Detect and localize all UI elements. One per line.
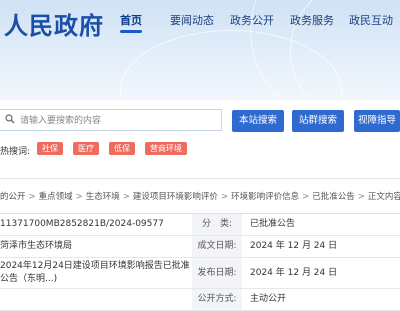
site-header: 人民政府 首页 要闻动态 政务公开 政务服务 政民互动 [0,0,400,100]
breadcrumb-current: 正文内容 [367,192,400,202]
hot-tag-medical[interactable]: 医疗 [73,142,99,155]
breadcrumb-separator: > [302,192,310,202]
nav-news-label: 要闻动态 [170,14,214,27]
info-row: 菏泽市生态环境局 成文日期: 2024 年 12 月 24 日 [0,236,400,258]
site-logo[interactable]: 人民政府 [4,6,104,41]
breadcrumb-separator: > [220,192,229,202]
nav-home-label: 首页 [120,14,142,27]
publish-date-value: 2024 年 12 月 24 日 [250,268,338,278]
search-icon [5,114,15,124]
hot-search-label: 热搜词: [0,147,31,157]
publisher: 菏泽市生态环境局 [0,241,73,251]
breadcrumb-item[interactable]: 环境影响评价信息 [231,192,299,202]
search-input[interactable] [18,112,217,130]
nav-interaction-label: 政民互动 [349,14,393,27]
written-date-value: 2024 年 12 月 24 日 [250,241,338,251]
search-box [0,109,222,131]
breadcrumb-separator: > [28,192,36,202]
breadcrumb-item[interactable]: 生态环境 [86,192,120,202]
site-search-button[interactable]: 本站搜索 [232,110,284,132]
info-label: 分 类: [192,214,242,235]
info-row: 公开方式: 主动公开 [0,289,400,311]
nav-gov-service-label: 政务服务 [290,14,334,27]
nav-interaction[interactable]: 政民互动 [349,12,393,28]
nav-news[interactable]: 要闻动态 [170,12,214,28]
group-search-button[interactable]: 站群搜索 [292,110,344,132]
nav-gov-service[interactable]: 政务服务 [290,12,334,28]
index-number: 11371700MB2852821B/2024-09577 [0,219,164,229]
nav-gov-affairs-open-label: 政务公开 [230,14,274,27]
breadcrumb-separator: > [75,192,83,202]
breadcrumb: 的公开 > 重点领域 > 生态环境 > 建设项目环境影响评价 > 环境影响评价信息 > 已批准公告 >… [0,190,400,202]
breadcrumb-item[interactable]: 重点领域 [39,192,73,202]
info-row: 2024年12月24日建设项目环境影响报告已批准公告（东明...) 发布日期: … [0,258,400,289]
breadcrumb-item[interactable]: 已批准公告 [312,192,355,202]
hot-tag-business-env[interactable]: 营商环境 [145,142,187,155]
breadcrumb-separator: > [357,192,365,202]
info-label: 成文日期: [192,236,242,257]
info-label: 发布日期: [192,258,242,288]
breadcrumb-item[interactable]: 建设项目环境影响评价 [133,192,218,202]
nav-gov-affairs-open[interactable]: 政务公开 [230,12,274,28]
category-value: 已批准公告 [250,219,296,229]
document-info-table: 11371700MB2852821B/2024-09577 分 类: 已批准公告… [0,213,400,311]
info-row: 11371700MB2852821B/2024-09577 分 类: 已批准公告 [0,214,400,236]
accessibility-guide-button[interactable]: 视障指导 [354,110,400,132]
active-nav-indicator [120,30,142,33]
section-divider [0,178,400,179]
document-title: 2024年12月24日建设项目环境影响报告已批准公告（东明...) [0,261,190,284]
breadcrumb-separator: > [122,192,130,202]
hot-tag-social-security[interactable]: 社保 [37,142,63,155]
breadcrumb-item[interactable]: 的公开 [0,192,26,202]
hot-tag-subsistence[interactable]: 低保 [109,142,135,155]
nav-home[interactable]: 首页 [120,12,142,33]
